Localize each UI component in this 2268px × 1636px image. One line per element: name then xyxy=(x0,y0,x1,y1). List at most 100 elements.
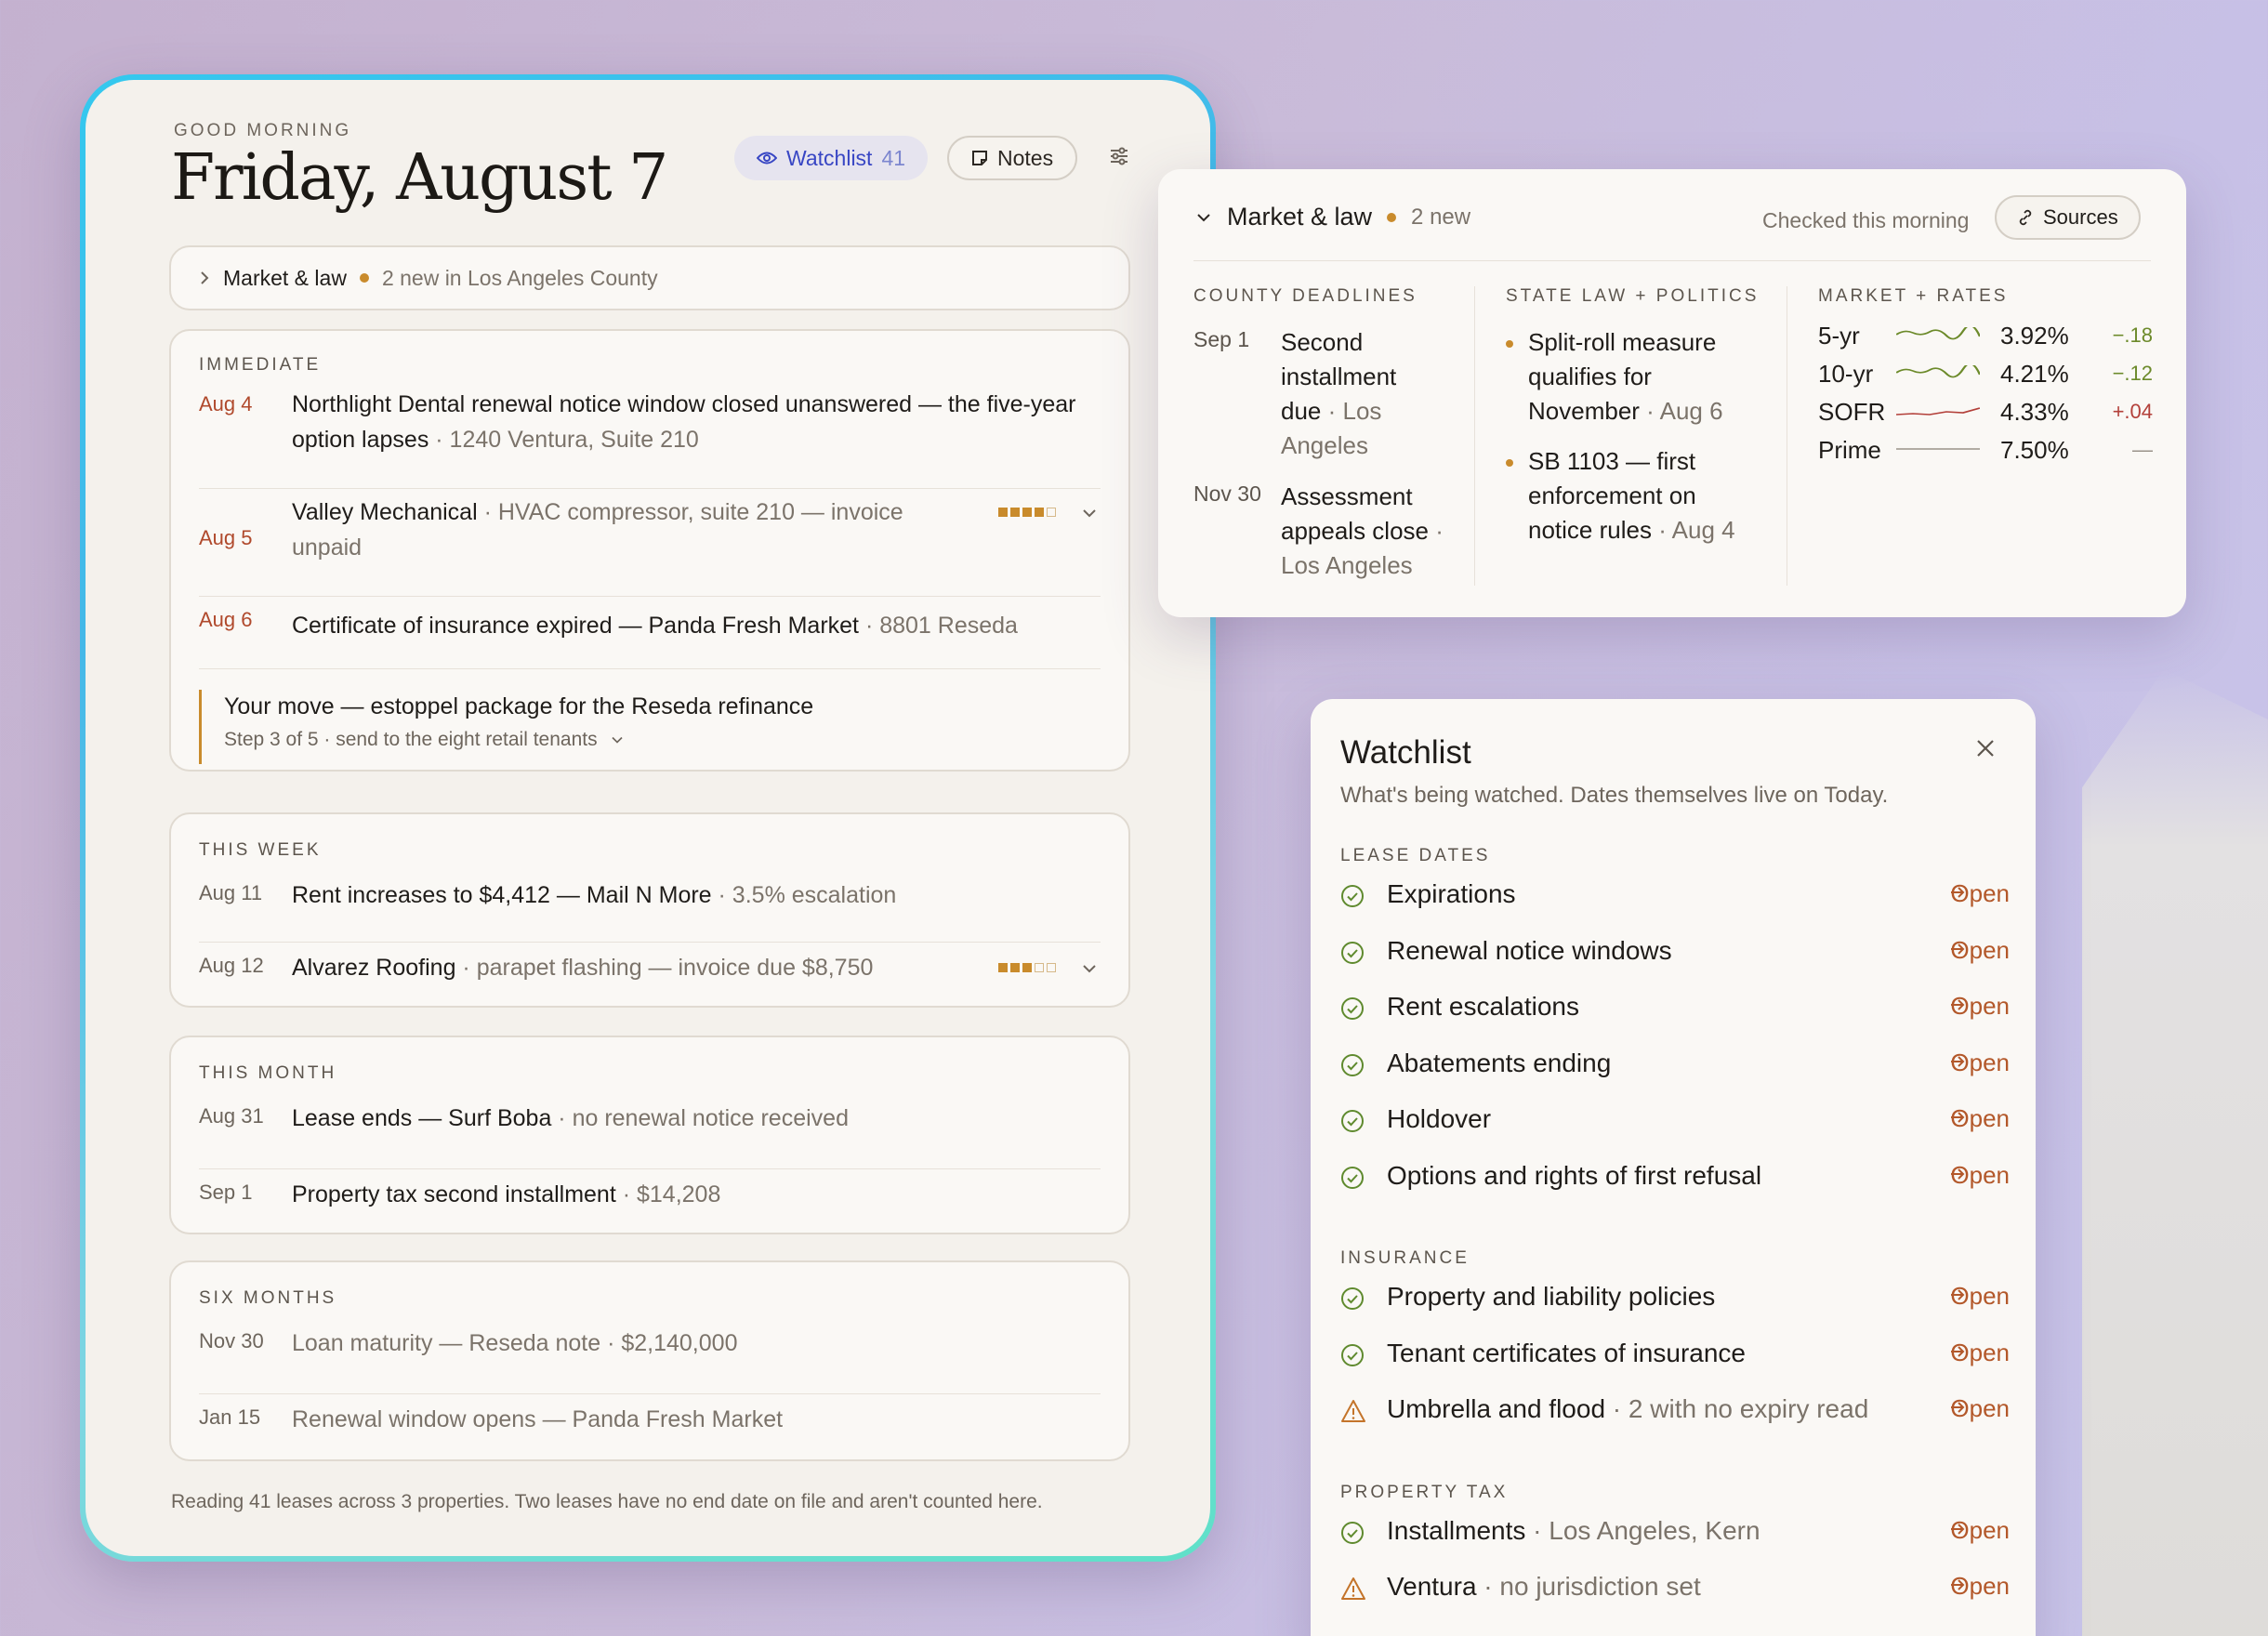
new-dot xyxy=(359,273,369,283)
timeline-row[interactable]: Jan 15 Renewal window opens — Panda Fres… xyxy=(199,1400,1101,1456)
watch-item[interactable]: Abatements ending Open xyxy=(1340,1047,2010,1084)
open-link[interactable]: Open xyxy=(1950,992,2010,1021)
arrow-right-icon xyxy=(1951,1523,1965,1535)
meter-segment xyxy=(1010,508,1020,517)
progress-meter xyxy=(998,963,1056,972)
notes-button[interactable]: Notes xyxy=(947,136,1078,180)
county-deadlines-heading: COUNTY DEADLINES xyxy=(1193,286,1418,306)
rate-row[interactable]: 5-yr 3.92% −.18 xyxy=(1818,322,2153,359)
settings-sliders-icon[interactable] xyxy=(1108,145,1130,167)
meter-segment xyxy=(1010,963,1020,972)
rate-name: 5-yr xyxy=(1818,322,1860,350)
timeline-row[interactable]: Aug 5 Valley Mechanical · HVAC compresso… xyxy=(199,495,1101,597)
rate-row[interactable]: SOFR 4.33% +.04 xyxy=(1818,398,2153,435)
new-dot xyxy=(1387,212,1397,222)
row-text: Northlight Dental renewal notice window … xyxy=(292,391,1076,453)
close-icon[interactable] xyxy=(1975,738,1996,759)
open-link[interactable]: Open xyxy=(1950,936,2010,965)
open-link[interactable]: Open xyxy=(1950,1572,2010,1601)
watch-item-label: Property and liability policies xyxy=(1387,1282,1716,1311)
watch-item-label: Options and rights of first refusal xyxy=(1387,1160,1762,1190)
open-link[interactable]: Open xyxy=(1950,879,2010,908)
row-date: Aug 12 xyxy=(199,954,264,977)
law-item[interactable]: Split-roll measure qualifies for Novembe… xyxy=(1506,325,1723,429)
open-link[interactable]: Open xyxy=(1950,1049,2010,1077)
section-label: THIS MONTH xyxy=(199,1063,337,1083)
watch-item[interactable]: Property and liability policies Open xyxy=(1340,1280,2010,1317)
warning-icon xyxy=(1341,1577,1365,1600)
note-icon xyxy=(972,151,987,165)
open-link[interactable]: Open xyxy=(1950,1282,2010,1311)
rate-row[interactable]: 10-yr 4.21% −.12 xyxy=(1818,360,2153,397)
greeting: GOOD MORNING xyxy=(174,121,352,140)
arrow-right-icon xyxy=(1951,943,1965,955)
watch-item[interactable]: Tenant certificates of insurance Open xyxy=(1340,1337,2010,1374)
rate-row[interactable]: Prime 7.50% — xyxy=(1818,436,2153,473)
row-text: Property tax second installment · $14,20… xyxy=(292,1181,721,1207)
warning-icon xyxy=(1341,1400,1365,1422)
deadline-date: Nov 30 xyxy=(1193,482,1261,506)
row-date: Aug 6 xyxy=(199,608,253,631)
open-link[interactable]: Open xyxy=(1950,1339,2010,1367)
timeline-row[interactable]: Aug 31 Lease ends — Surf Boba · no renew… xyxy=(199,1099,1101,1169)
notes-label: Notes xyxy=(997,145,1054,170)
watch-item[interactable]: Expirations Open xyxy=(1340,877,2010,915)
timeline-row[interactable]: Aug 6 Certificate of insurance expired —… xyxy=(199,602,1101,669)
background-shape xyxy=(2082,669,2268,1636)
rate-name: Prime xyxy=(1818,436,1881,464)
open-link[interactable]: Open xyxy=(1950,1161,2010,1190)
watchlist-button[interactable]: Watchlist 41 xyxy=(734,136,929,180)
timeline-row[interactable]: Sep 1 Property tax second installment · … xyxy=(199,1175,1101,1231)
chevron-down-icon[interactable] xyxy=(1082,963,1097,974)
arrow-right-icon xyxy=(1951,1402,1965,1413)
six-months-card: SIX MONTHS Nov 30 Loan maturity — Reseda… xyxy=(169,1260,1130,1461)
chevron-down-icon[interactable] xyxy=(611,735,624,745)
deadline-text[interactable]: Assessment appeals close · Los Angeles xyxy=(1281,480,1444,583)
row-text: Rent increases to $4,412 — Mail N More ·… xyxy=(292,882,897,908)
row-text: Valley Mechanical · HVAC compressor, sui… xyxy=(292,499,903,561)
sources-button[interactable]: Sources xyxy=(1995,195,2141,240)
this-month-card: THIS MONTH Aug 31 Lease ends — Surf Boba… xyxy=(169,1036,1130,1234)
rate-change: +.04 xyxy=(2112,400,2153,423)
watch-item-label: Renewal notice windows xyxy=(1387,935,1672,965)
row-date: Nov 30 xyxy=(199,1329,264,1352)
check-circle-icon xyxy=(1341,885,1364,907)
timeline-row[interactable]: Aug 12 Alvarez Roofing · parapet flashin… xyxy=(199,948,1101,1004)
open-link[interactable]: Open xyxy=(1950,1394,2010,1423)
check-circle-icon xyxy=(1341,1110,1364,1132)
rate-value: 4.21% xyxy=(2000,360,2069,388)
today-panel: GOOD MORNING Friday, August 7 Watchlist … xyxy=(80,74,1216,1562)
timeline-row[interactable]: Aug 4 Northlight Dental renewal notice w… xyxy=(199,387,1101,489)
move-step: Step 3 of 5 · send to the eight retail t… xyxy=(224,729,813,751)
open-link[interactable]: Open xyxy=(1950,1104,2010,1133)
timeline-row[interactable]: Nov 30 Loan maturity — Reseda note · $2,… xyxy=(199,1324,1101,1394)
market-law-panel: Market & law 2 new Checked this morning … xyxy=(1158,169,2186,617)
check-circle-icon xyxy=(1341,1287,1364,1310)
meter-segment xyxy=(998,963,1008,972)
section-label: SIX MONTHS xyxy=(199,1288,337,1308)
watch-item[interactable]: Holdover Open xyxy=(1340,1102,2010,1140)
checked-status: Checked this morning xyxy=(1762,208,1970,232)
meter-segment xyxy=(1047,963,1056,972)
deadline-text[interactable]: Second installment due · Los Angeles xyxy=(1281,325,1396,463)
watch-item[interactable]: Installments · Los Angeles, Kern Open xyxy=(1340,1514,2010,1551)
open-link[interactable]: Open xyxy=(1950,1516,2010,1545)
timeline-row[interactable]: Aug 11 Rent increases to $4,412 — Mail N… xyxy=(199,876,1101,943)
watch-item[interactable]: Rent escalations Open xyxy=(1340,990,2010,1027)
sparkline xyxy=(1896,365,1980,378)
watch-item[interactable]: Options and rights of first refusal Open xyxy=(1340,1159,2010,1196)
watch-item[interactable]: Renewal notice windows Open xyxy=(1340,934,2010,971)
market-law-collapsed[interactable]: Market & law 2 new in Los Angeles County xyxy=(169,245,1130,310)
chevron-down-icon[interactable] xyxy=(1082,508,1097,519)
check-circle-icon xyxy=(1341,997,1364,1020)
market-header[interactable]: Market & law 2 new xyxy=(1195,203,1470,231)
your-move-callout[interactable]: Your move — estoppel package for the Res… xyxy=(199,690,813,764)
footer-note: Reading 41 leases across 3 properties. T… xyxy=(171,1491,1043,1512)
watch-item[interactable]: Ventura · no jurisdiction set Open xyxy=(1340,1570,2010,1607)
law-item[interactable]: SB 1103 — first enforcement on notice ru… xyxy=(1506,444,1735,548)
chevron-right-icon xyxy=(201,271,209,284)
rate-name: SOFR xyxy=(1818,398,1886,426)
watch-item[interactable]: Umbrella and flood · 2 with no expiry re… xyxy=(1340,1392,2010,1430)
arrow-right-icon xyxy=(1951,887,1965,898)
page-title: Friday, August 7 xyxy=(171,141,668,215)
